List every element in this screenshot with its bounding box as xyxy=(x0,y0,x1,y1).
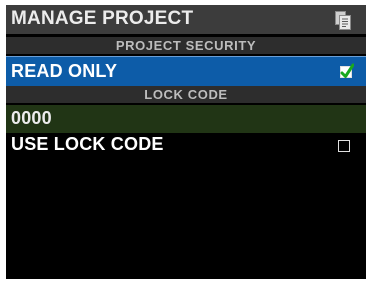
read-only-checkbox[interactable] xyxy=(340,63,354,78)
use-lock-code-label: USE LOCK CODE xyxy=(11,134,164,154)
device-screen: MANAGE PROJECT PROJECT SECURITY READ ONL… xyxy=(6,5,366,279)
checkmark-icon xyxy=(340,63,354,78)
use-lock-code-checkbox[interactable] xyxy=(338,140,350,152)
lock-code-field[interactable]: 0000 xyxy=(6,105,366,133)
project-security-header: PROJECT SECURITY xyxy=(6,37,366,54)
use-lock-code-row[interactable]: USE LOCK CODE xyxy=(6,133,366,159)
read-only-row[interactable]: READ ONLY xyxy=(6,56,366,86)
page-title: MANAGE PROJECT xyxy=(11,8,194,29)
title-bar: MANAGE PROJECT xyxy=(6,5,366,34)
lock-code-value: 0000 xyxy=(11,108,52,128)
document-icon[interactable] xyxy=(335,11,351,30)
lock-code-header: LOCK CODE xyxy=(6,86,366,103)
read-only-label: READ ONLY xyxy=(11,61,118,81)
